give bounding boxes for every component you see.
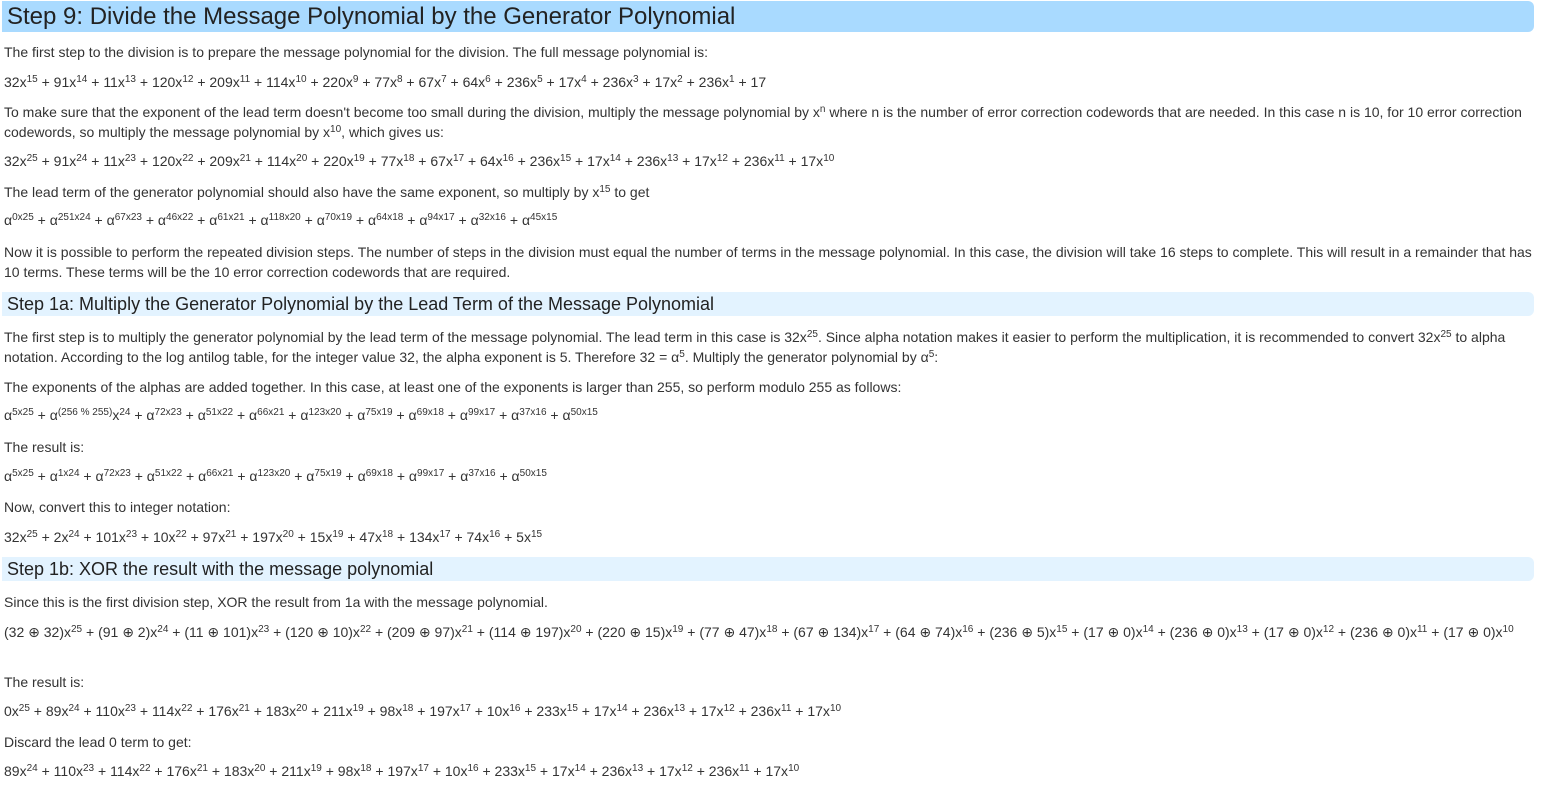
message-polynomial: 32x15 + 91x14 + 11x13 + 120x12 + 209x11 …: [4, 74, 767, 90]
step9-generator-text: The lead term of the generator polynomia…: [4, 184, 650, 200]
step1b-intro-text: Since this is the first division step, X…: [4, 594, 548, 610]
step1b-discard-label: Discard the lead 0 term to get:: [4, 734, 192, 750]
modulo-polynomial: α5x25 + α(256 % 255)x24 + α72x23 + α51x2…: [4, 407, 598, 423]
step1a-result-label: The result is:: [4, 439, 85, 455]
step1a-intro-text: The first step is to multiply the genera…: [4, 329, 1506, 365]
result-alpha-polynomial: α5x25 + α1x24 + α72x23 + α51x22 + α66x21…: [4, 468, 547, 484]
step1b-result-label: The result is:: [4, 674, 85, 690]
page: Step 9: Divide the Message Polynomial by…: [0, 0, 1546, 787]
step9-multiply-text: To make sure that the exponent of the le…: [4, 104, 1522, 140]
step9-heading: Step 9: Divide the Message Polynomial by…: [2, 1, 1534, 32]
step1a-modulo-text: The exponents of the alphas are added to…: [4, 379, 902, 395]
generator-polynomial-shifted: α0x25 + α251x24 + α67x23 + α46x22 + α61x…: [4, 212, 558, 228]
step1a-convert-label: Now, convert this to integer notation:: [4, 499, 231, 515]
step9-division-text: Now it is possible to perform the repeat…: [4, 244, 1532, 280]
step9-intro-text: The first step to the division is to pre…: [4, 44, 708, 60]
xor-result-polynomial: 0x25 + 89x24 + 110x23 + 114x22 + 176x21 …: [4, 703, 842, 719]
result-integer-polynomial: 32x25 + 2x24 + 101x23 + 10x22 + 97x21 + …: [4, 529, 543, 545]
message-polynomial-shifted: 32x25 + 91x24 + 11x23 + 120x22 + 209x21 …: [4, 153, 835, 169]
xor-polynomial: (32 ⊕ 32)x25 + (91 ⊕ 2)x24 + (11 ⊕ 101)x…: [4, 624, 1514, 640]
step1a-heading: Step 1a: Multiply the Generator Polynomi…: [2, 292, 1534, 316]
step1b-heading: Step 1b: XOR the result with the message…: [2, 557, 1534, 581]
discarded-polynomial: 89x24 + 110x23 + 114x22 + 176x21 + 183x2…: [4, 763, 800, 779]
